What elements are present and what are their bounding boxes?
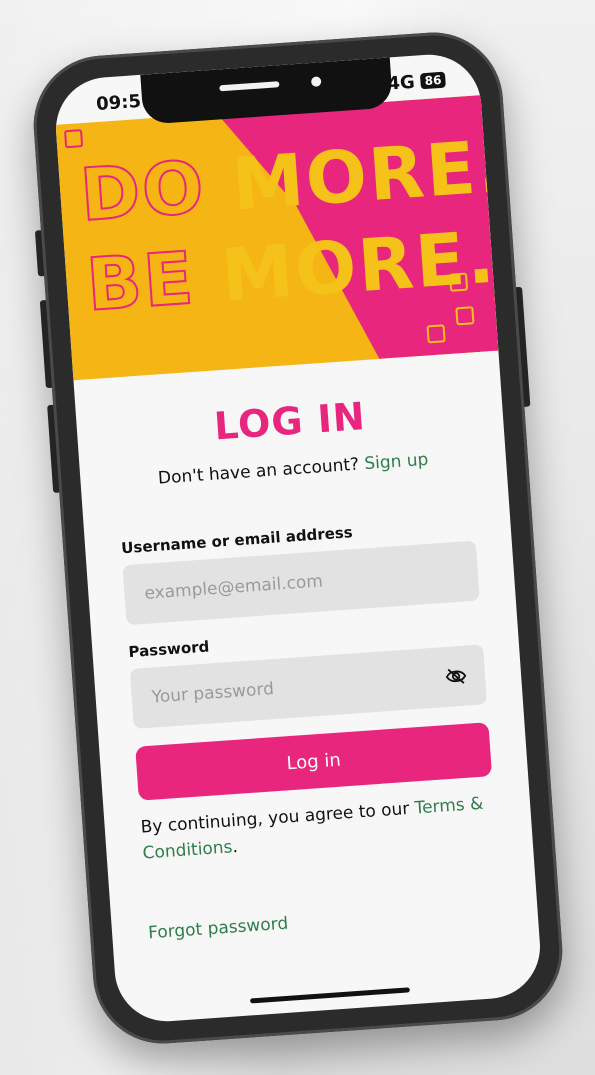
front-camera: [310, 75, 322, 87]
decor-square: [63, 128, 83, 148]
hero-word-be: BE: [82, 234, 198, 327]
hero-word-do: DO: [76, 143, 209, 238]
hero-banner: DO MORE. BE MORE.: [55, 94, 498, 380]
phone-mockup: 09:51 4G 86 DO MORE. BE MORE. LOG IN Don…: [28, 27, 567, 1048]
eye-slash-icon[interactable]: [444, 665, 467, 686]
forgot-password-link[interactable]: Forgot password: [147, 898, 502, 943]
username-placeholder: example@email.com: [143, 570, 324, 604]
signup-link[interactable]: Sign up: [363, 449, 428, 473]
login-form: LOG IN Don't have an account? Sign up Us…: [73, 350, 543, 1024]
decor-square: [425, 323, 446, 343]
terms-text: By continuing, you agree to our Terms & …: [139, 790, 496, 867]
password-placeholder: Your password: [150, 678, 275, 708]
decor-square: [448, 272, 468, 292]
phone-screen: 09:51 4G 86 DO MORE. BE MORE. LOG IN Don…: [52, 50, 543, 1025]
terms-prefix: By continuing, you agree to our: [139, 798, 410, 838]
page-title: LOG IN: [212, 393, 367, 449]
no-account-text: Don't have an account?: [156, 454, 360, 489]
speaker: [218, 80, 280, 91]
login-button[interactable]: Log in: [134, 721, 492, 801]
terms-suffix: .: [231, 836, 239, 858]
battery-icon: 86: [419, 71, 446, 89]
decor-square: [454, 305, 475, 325]
signup-prompt: Don't have an account? Sign up: [115, 446, 470, 491]
